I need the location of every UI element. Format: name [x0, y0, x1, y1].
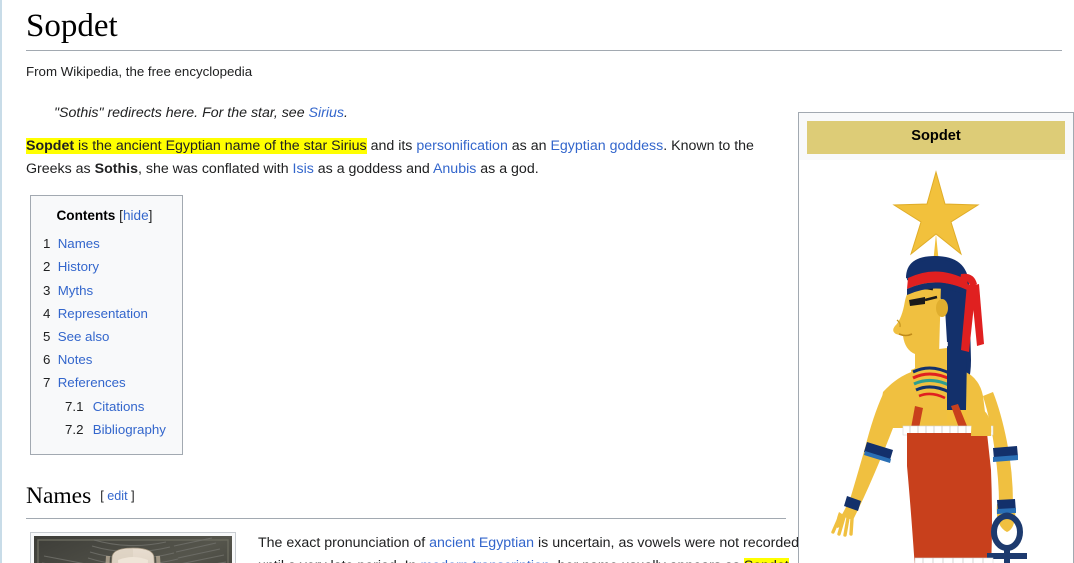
page-title: Sopdet	[26, 8, 1062, 51]
toc-item-history[interactable]: 2 History	[43, 256, 166, 278]
toc-item-bibliography[interactable]: 7.2 Bibliography	[43, 419, 166, 441]
toc-num: 7.2	[65, 421, 84, 437]
link-modern-transcription[interactable]: modern transcription	[420, 558, 549, 563]
toc-label[interactable]: Representation	[58, 306, 148, 321]
toc-num: 3	[43, 282, 51, 298]
toc-label[interactable]: Bibliography	[93, 422, 166, 437]
names-t1: The exact pronunciation of	[258, 535, 430, 552]
lead-seg1: is the ancient Egyptian name of the star…	[74, 138, 367, 155]
wikipedia-article-page: Sopdet From Wikipedia, the free encyclop…	[0, 0, 1074, 563]
toc-item-notes[interactable]: 6 Notes	[43, 349, 166, 371]
toc-item-see-also[interactable]: 5 See also	[43, 326, 166, 348]
toc-label[interactable]: Names	[58, 236, 100, 251]
toc-toggle-bracket-close: ]	[148, 208, 153, 224]
link-ancient-egyptian[interactable]: ancient Egyptian	[429, 535, 534, 551]
toc-item-names[interactable]: 1 Names	[43, 233, 166, 255]
edit-bracket-open: [	[100, 488, 104, 503]
toc-num: 7	[43, 375, 51, 391]
thumbnail-relief-photo[interactable]	[30, 532, 236, 563]
table-of-contents: Contents [hide] 1 Names 2 History 3 Myth…	[30, 195, 183, 455]
toc-num: 2	[43, 259, 51, 275]
toc-num: 6	[43, 352, 51, 368]
section-heading-names: Names [ edit ]	[26, 477, 786, 520]
toc-item-references[interactable]: 7 References	[43, 372, 166, 394]
hatnote-text-after: .	[344, 105, 348, 122]
dress	[907, 432, 992, 563]
edit-section-link[interactable]: [ edit ]	[100, 489, 134, 503]
link-anubis[interactable]: Anubis	[433, 161, 476, 177]
link-isis[interactable]: Isis	[293, 161, 314, 177]
toc-label[interactable]: History	[58, 259, 99, 274]
lead-bold-sopdet: Sopdet	[26, 138, 75, 155]
link-egyptian-goddess[interactable]: Egyptian goddess	[550, 138, 663, 154]
toc-heading-label: Contents	[56, 208, 116, 224]
toc-toggle-label[interactable]: hide	[123, 208, 149, 223]
toc-num: 5	[43, 328, 51, 344]
toc-label[interactable]: References	[58, 375, 126, 390]
edit-bracket-close: ]	[131, 488, 135, 503]
toc-list: 1 Names 2 History 3 Myths 4 Representati…	[43, 233, 166, 441]
toc-label[interactable]: See also	[58, 329, 110, 344]
section-heading-label: Names	[26, 482, 92, 509]
link-sirius[interactable]: Sirius	[309, 105, 344, 121]
toc-item-citations[interactable]: 7.1 Citations	[43, 396, 166, 418]
relief-carving-image	[34, 536, 232, 563]
infobox-image[interactable]	[799, 159, 1073, 563]
lead-paragraph: Sopdet is the ancient Egyptian name of t…	[26, 135, 768, 181]
hatnote-text-before: "Sothis" redirects here. For the star, s…	[54, 105, 309, 122]
lead-seg7: as a god.	[476, 161, 539, 178]
lead-seg5: , she was conflated with	[137, 161, 293, 178]
lead-seg2: and its	[366, 138, 417, 155]
toc-num: 4	[43, 305, 51, 321]
edit-label[interactable]: edit	[107, 489, 127, 503]
sopdet-goddess-illustration	[811, 159, 1061, 563]
toc-label[interactable]: Citations	[93, 399, 145, 414]
toc-num: 1	[43, 236, 51, 252]
lead-seg6: as a goddess and	[313, 161, 433, 178]
toc-item-myths[interactable]: 3 Myths	[43, 280, 166, 302]
lead-bold-sothis: Sothis	[94, 161, 138, 178]
infobox-title: Sopdet	[807, 121, 1065, 154]
toc-label[interactable]: Notes	[58, 352, 93, 367]
link-personification[interactable]: personification	[416, 138, 508, 154]
relief-carving-svg	[34, 536, 232, 563]
names-t3: , her name usually appears as	[550, 558, 744, 563]
toc-toggle[interactable]: [hide]	[119, 208, 152, 223]
lead-seg3: as an	[507, 138, 551, 155]
names-paragraph: The exact pronunciation of ancient Egypt…	[258, 532, 804, 563]
toc-heading: Contents [hide]	[43, 205, 166, 228]
toc-item-representation[interactable]: 4 Representation	[43, 303, 166, 325]
infobox: Sopdet	[798, 112, 1074, 563]
toc-num: 7.1	[65, 398, 84, 414]
toc-label[interactable]: Myths	[58, 283, 93, 298]
site-tagline: From Wikipedia, the free encyclopedia	[26, 63, 253, 79]
